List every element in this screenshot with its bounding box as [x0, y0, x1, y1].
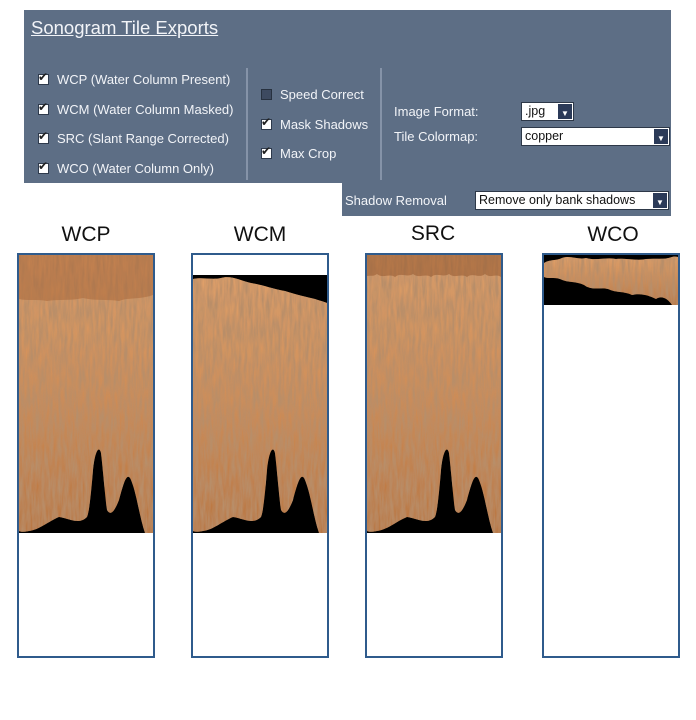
- chevron-down-icon[interactable]: ▼: [653, 193, 667, 208]
- checkbox-speed-correct-label: Speed Correct: [280, 86, 364, 102]
- tile-wcm: [191, 253, 329, 658]
- checkbox-wcm-label: WCM (Water Column Masked): [57, 101, 234, 117]
- image-format-value: .jpg: [525, 104, 546, 118]
- checkbox-mask-shadows[interactable]: ✔ Mask Shadows: [261, 115, 368, 133]
- checkbox-wcm-box[interactable]: ✔: [38, 100, 49, 115]
- check-icon: ✔: [38, 69, 49, 84]
- divider: [380, 68, 382, 180]
- tile-label-src: SRC: [410, 222, 456, 245]
- image-format-select[interactable]: .jpg ▼: [521, 102, 574, 121]
- checkbox-speed-correct[interactable]: Speed Correct: [261, 85, 364, 103]
- checkbox-mask-shadows-box[interactable]: ✔: [261, 115, 272, 130]
- sonogram-wco: [544, 255, 678, 305]
- checkbox-src[interactable]: ✔ SRC (Slant Range Corrected): [38, 129, 229, 147]
- checkbox-max-crop[interactable]: ✔ Max Crop: [261, 144, 336, 162]
- checkbox-max-crop-box[interactable]: ✔: [261, 144, 272, 159]
- checkbox-src-label: SRC (Slant Range Corrected): [57, 130, 229, 146]
- chevron-down-icon[interactable]: ▼: [558, 104, 572, 119]
- tile-colormap-value: copper: [525, 129, 564, 143]
- shadow-removal-value: Remove only bank shadows: [479, 193, 636, 207]
- checkbox-wco-box[interactable]: ✔: [38, 159, 49, 174]
- tile-label-wcp: WCP: [61, 223, 111, 246]
- check-icon: ✔: [261, 143, 272, 158]
- shadow-removal-label: Shadow Removal: [345, 193, 447, 208]
- image-format-label: Image Format:: [394, 104, 479, 119]
- check-icon: ✔: [38, 128, 49, 143]
- sonogram-wcp: [19, 255, 153, 533]
- divider: [246, 68, 248, 180]
- tile-label-wco: WCO: [587, 223, 639, 246]
- check-icon: ✔: [38, 99, 49, 114]
- shadow-removal-panel: Shadow Removal Remove only bank shadows …: [342, 183, 671, 216]
- checkbox-wcp-box[interactable]: ✔: [38, 70, 49, 85]
- checkbox-wcp-label: WCP (Water Column Present): [57, 71, 231, 87]
- checkbox-wcm[interactable]: ✔ WCM (Water Column Masked): [38, 100, 233, 118]
- tile-wcp: [17, 253, 155, 658]
- shadow-removal-select[interactable]: Remove only bank shadows ▼: [475, 191, 669, 210]
- checkbox-wcp[interactable]: ✔ WCP (Water Column Present): [38, 70, 230, 88]
- checkbox-wco-label: WCO (Water Column Only): [57, 160, 214, 176]
- check-icon: ✔: [261, 114, 272, 129]
- checkbox-speed-correct-box[interactable]: [261, 88, 272, 100]
- tile-wco: [542, 253, 680, 658]
- sonogram-wcm: [193, 275, 327, 533]
- panel-title: Sonogram Tile Exports: [31, 17, 219, 38]
- sonogram-export-panel: Sonogram Tile Exports ✔ WCP (Water Colum…: [24, 10, 671, 183]
- tile-colormap-select[interactable]: copper ▼: [521, 127, 670, 146]
- checkbox-max-crop-label: Max Crop: [280, 145, 337, 161]
- check-icon: ✔: [38, 158, 49, 173]
- tile-label-wcm: WCM: [233, 223, 287, 246]
- sonogram-src: [367, 255, 501, 533]
- checkbox-src-box[interactable]: ✔: [38, 129, 49, 144]
- checkbox-mask-shadows-label: Mask Shadows: [280, 116, 369, 132]
- tile-src: [365, 253, 503, 658]
- checkbox-wco[interactable]: ✔ WCO (Water Column Only): [38, 159, 214, 177]
- chevron-down-icon[interactable]: ▼: [654, 129, 668, 144]
- tile-colormap-label: Tile Colormap:: [394, 129, 479, 144]
